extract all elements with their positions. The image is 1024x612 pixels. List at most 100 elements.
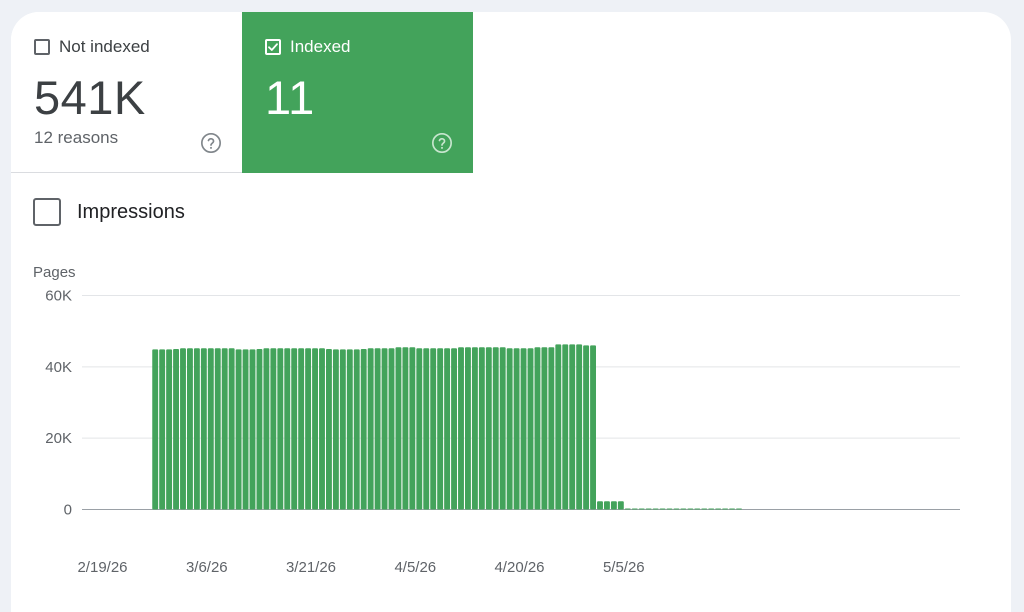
chart-bar[interactable]: [437, 348, 444, 510]
chart-bar[interactable]: [332, 349, 339, 510]
chart-bar[interactable]: [381, 348, 388, 510]
chart-bar[interactable]: [617, 501, 624, 510]
chart-bar[interactable]: [339, 349, 346, 510]
chart-bar[interactable]: [319, 348, 325, 510]
chart-bar[interactable]: [159, 349, 166, 510]
chart-bar[interactable]: [409, 347, 416, 510]
chart-bar[interactable]: [527, 348, 534, 510]
chart-bar[interactable]: [471, 347, 478, 510]
chart-bar[interactable]: [221, 348, 228, 510]
chart-bar[interactable]: [235, 349, 242, 510]
y-axis-title: Pages: [33, 264, 76, 281]
chart-bar[interactable]: [736, 508, 742, 510]
chart-bar[interactable]: [200, 348, 207, 510]
chart-bar[interactable]: [465, 347, 471, 510]
chart-bar[interactable]: [187, 348, 193, 510]
chart-bar[interactable]: [520, 348, 527, 510]
chart-bar[interactable]: [659, 508, 666, 510]
chart-bar[interactable]: [242, 349, 249, 510]
x-tick-label: 5/5/26: [603, 559, 645, 576]
chart-bar[interactable]: [270, 348, 277, 510]
chart-bar[interactable]: [284, 348, 291, 510]
chart-bar[interactable]: [312, 348, 318, 510]
x-tick-label: 3/21/26: [286, 559, 336, 576]
chart-bar[interactable]: [353, 349, 360, 510]
chart-bar[interactable]: [569, 344, 576, 510]
chart-bar[interactable]: [583, 345, 590, 510]
chart-bar[interactable]: [604, 501, 610, 510]
chart-bar[interactable]: [416, 348, 423, 510]
chart-bar[interactable]: [423, 348, 430, 510]
chart-bar[interactable]: [548, 347, 555, 510]
chart-bar[interactable]: [430, 348, 437, 510]
x-axis-ticks: 2/19/26 3/6/26 3/21/26 4/5/26 4/20/26 5/5/26: [77, 559, 644, 576]
chart-bar[interactable]: [228, 348, 235, 510]
chart-bar[interactable]: [610, 501, 617, 510]
chart-bar[interactable]: [277, 348, 284, 510]
index-coverage-card: Not indexed 541K 12 reasons Indexed 11 I…: [11, 12, 1011, 612]
y-axis-ticks: 0 20K 40K 60K: [45, 288, 72, 519]
x-tick-label: 4/5/26: [394, 559, 436, 576]
chart-bar[interactable]: [715, 508, 722, 510]
chart-bar[interactable]: [722, 508, 729, 510]
chart-bar[interactable]: [590, 345, 596, 510]
y-tick-label: 0: [64, 502, 72, 519]
chart-bar[interactable]: [499, 347, 506, 510]
chart-bar[interactable]: [166, 349, 173, 510]
chart-bar[interactable]: [506, 348, 513, 510]
chart-bar[interactable]: [701, 508, 708, 510]
chart-bar[interactable]: [367, 348, 374, 510]
chart-bar[interactable]: [687, 508, 694, 510]
chart-bar[interactable]: [374, 348, 381, 510]
chart-bar[interactable]: [562, 344, 569, 510]
chart-bar[interactable]: [478, 347, 485, 510]
chart-bar[interactable]: [645, 508, 652, 510]
chart-bar[interactable]: [576, 344, 583, 510]
chart-bar[interactable]: [513, 348, 520, 510]
chart-bar[interactable]: [597, 501, 603, 510]
chart-bar[interactable]: [451, 348, 457, 510]
chart-bar[interactable]: [638, 508, 645, 510]
chart-bar[interactable]: [666, 508, 673, 510]
chart-bar[interactable]: [541, 347, 548, 510]
chart-bar[interactable]: [360, 349, 367, 510]
y-tick-label: 20K: [45, 430, 72, 447]
chart-bar[interactable]: [631, 508, 638, 510]
y-tick-label: 60K: [45, 288, 72, 305]
chart-bar[interactable]: [555, 344, 562, 510]
chart-bar[interactable]: [180, 348, 186, 510]
chart-bar[interactable]: [402, 347, 409, 510]
chart-bar[interactable]: [492, 347, 499, 510]
chart-bars: [152, 344, 742, 510]
chart-bar[interactable]: [624, 508, 631, 510]
chart-bar[interactable]: [291, 348, 298, 510]
chart-bar[interactable]: [729, 508, 735, 510]
chart-bar[interactable]: [152, 349, 159, 510]
chart-bar[interactable]: [673, 508, 680, 510]
chart-bar[interactable]: [444, 348, 451, 510]
pages-bar-chart: Pages 0 20K 40K 60K 2/19/26 3/6/26 3/21/26 4/5…: [33, 264, 960, 576]
chart-bar[interactable]: [534, 347, 541, 510]
chart-bar[interactable]: [249, 349, 256, 510]
chart-bar[interactable]: [214, 348, 221, 510]
chart-bar[interactable]: [395, 347, 402, 510]
chart-bar[interactable]: [708, 508, 715, 510]
chart-bar[interactable]: [256, 349, 263, 510]
chart-bar[interactable]: [346, 349, 353, 510]
chart-bar[interactable]: [652, 508, 659, 510]
chart-bar[interactable]: [305, 348, 312, 510]
y-tick-label: 40K: [45, 359, 72, 376]
chart-bar[interactable]: [298, 348, 305, 510]
chart-bar[interactable]: [388, 348, 395, 510]
chart-bar[interactable]: [263, 348, 270, 510]
chart-bar[interactable]: [207, 348, 214, 510]
chart-bar[interactable]: [458, 347, 464, 510]
x-tick-label: 3/6/26: [186, 559, 228, 576]
chart-bar[interactable]: [326, 349, 332, 510]
chart-bar[interactable]: [485, 347, 492, 510]
x-tick-label: 2/19/26: [77, 559, 127, 576]
chart-bar[interactable]: [173, 349, 179, 510]
chart-bar[interactable]: [193, 348, 200, 510]
chart-bar[interactable]: [680, 508, 687, 510]
chart-bar[interactable]: [694, 508, 701, 510]
